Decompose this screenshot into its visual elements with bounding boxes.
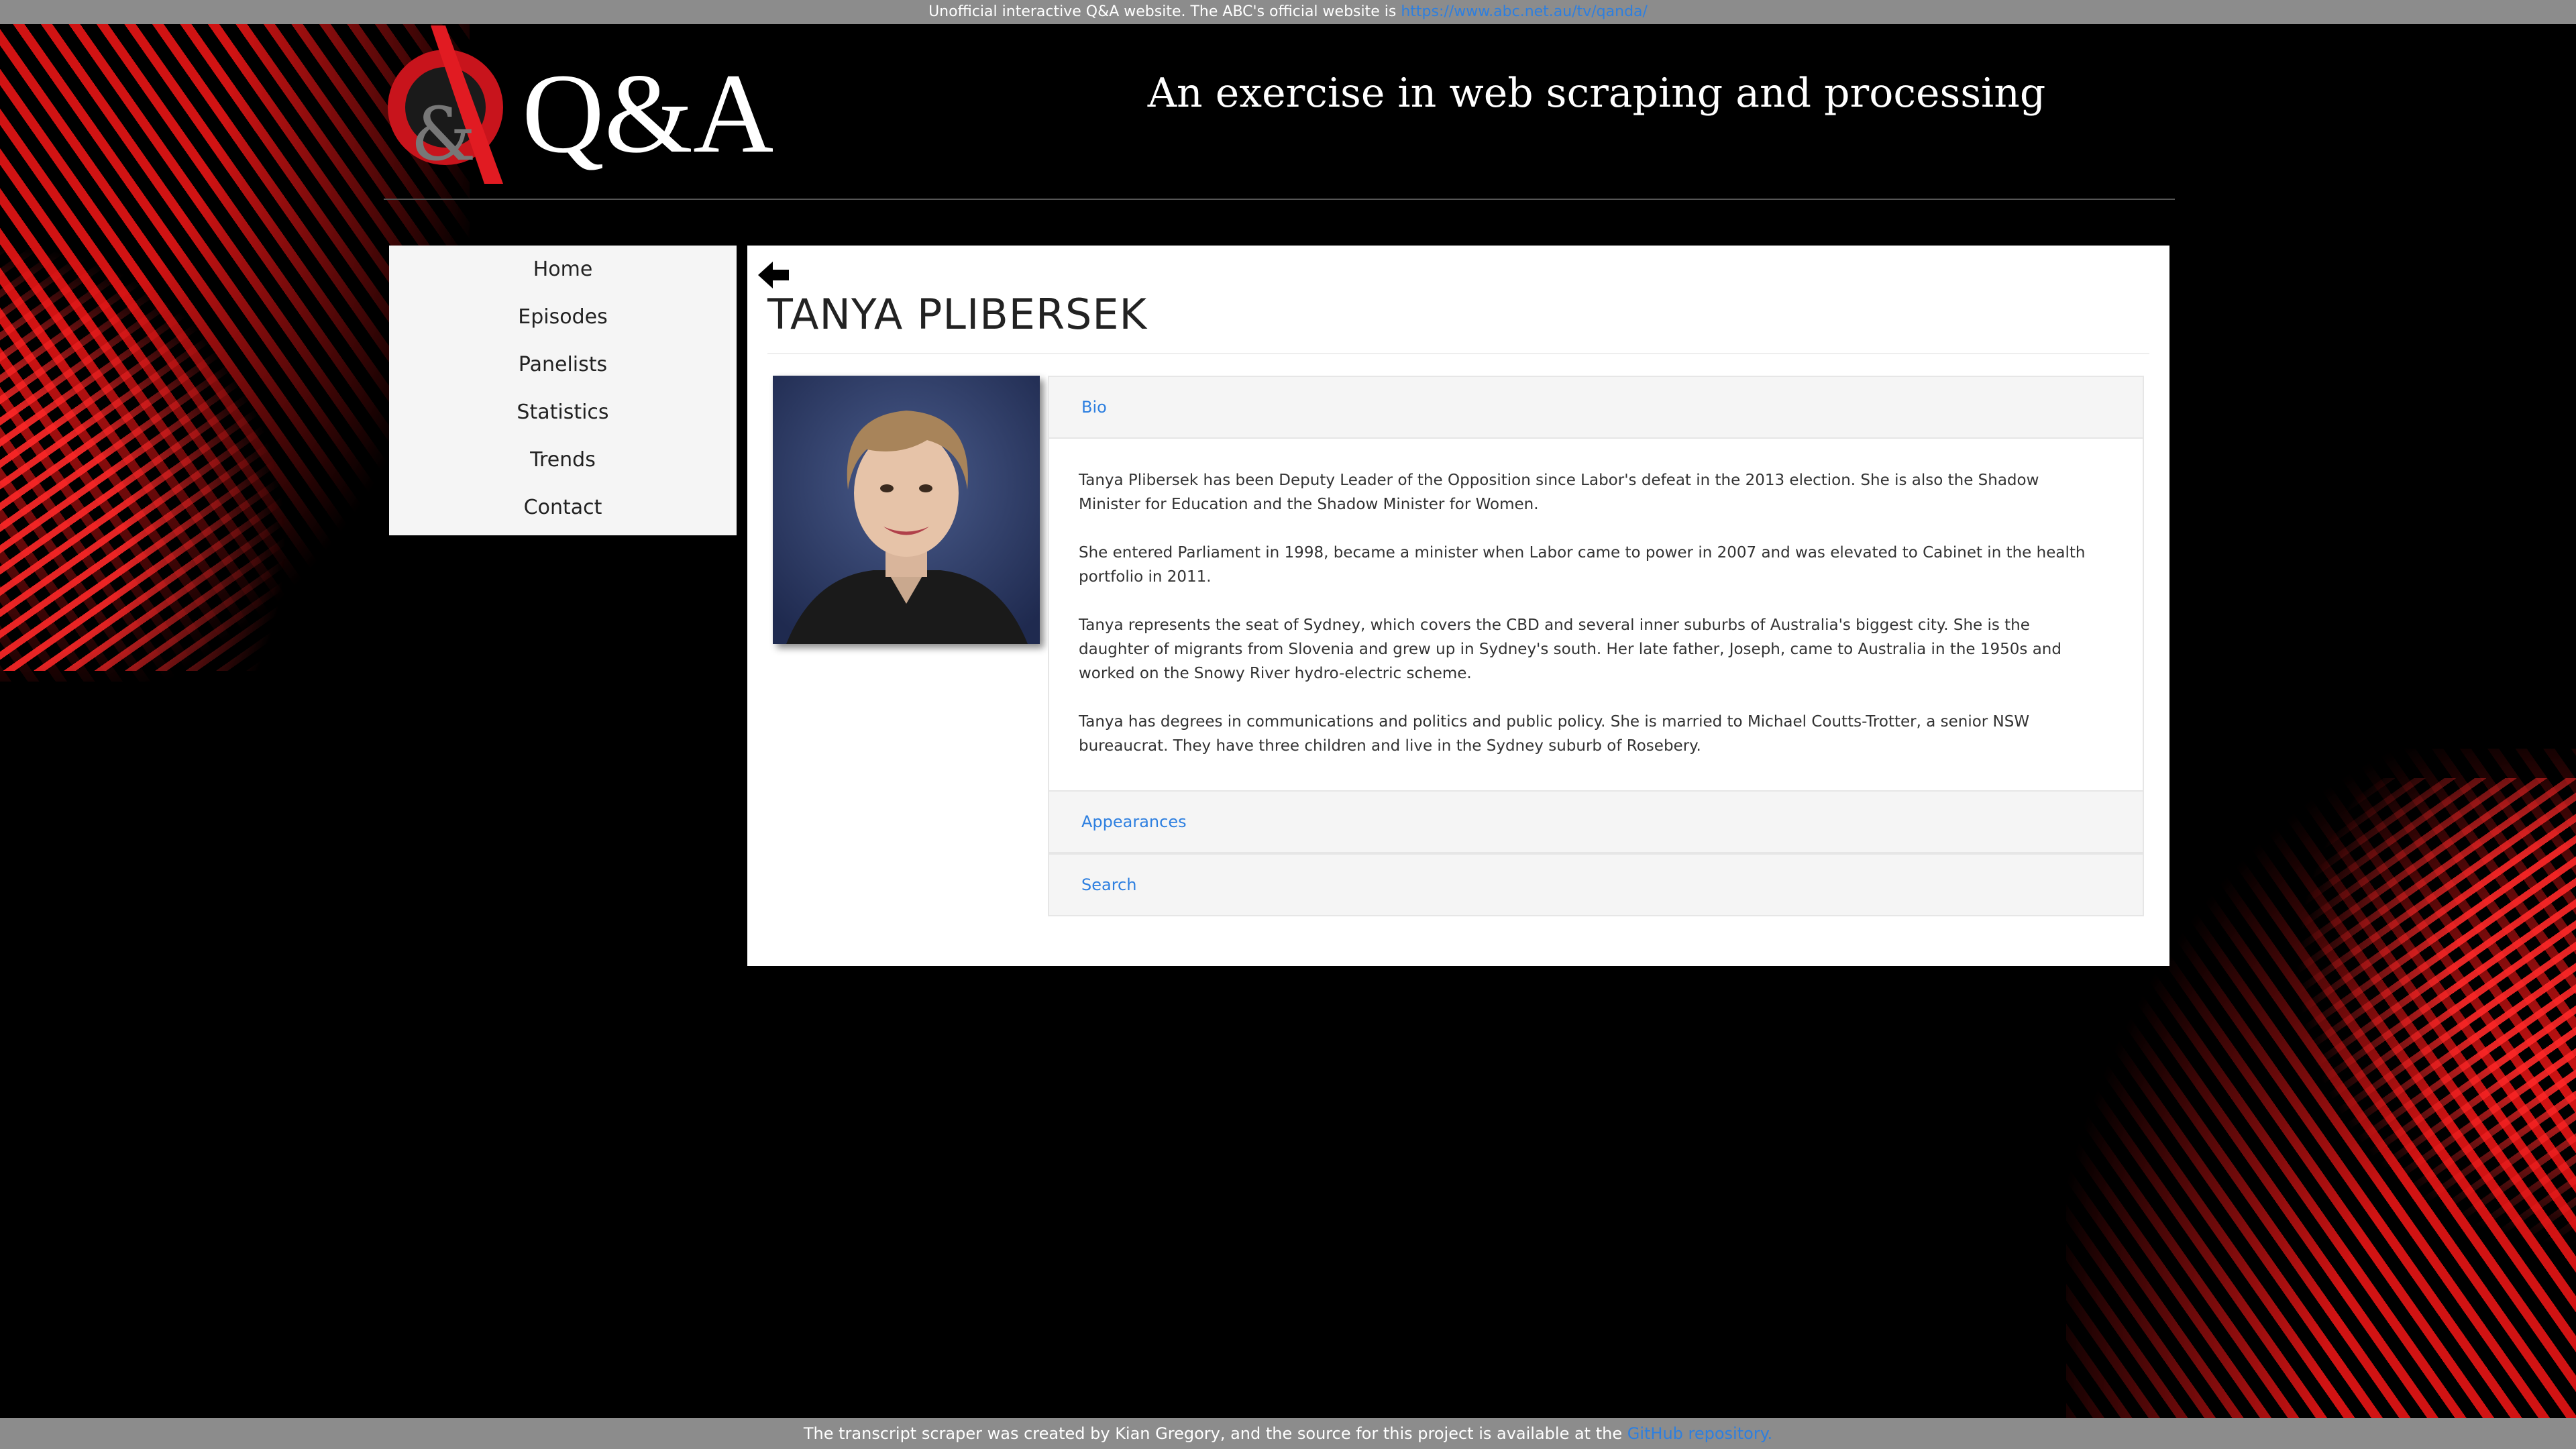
github-repository-link[interactable]: GitHub repository. bbox=[1627, 1424, 1772, 1443]
page: Unofficial interactive Q&A website. The … bbox=[0, 0, 2576, 1449]
page-title: TANYA PLIBERSEK bbox=[767, 290, 1148, 339]
nav-item-statistics[interactable]: Statistics bbox=[389, 388, 737, 436]
logo-wordmark: Q&A bbox=[522, 50, 773, 176]
sidebar-nav: Home Episodes Panelists Statistics Trend… bbox=[389, 246, 737, 535]
bio-paragraph: Tanya has degrees in communications and … bbox=[1079, 713, 2030, 755]
nav-item-contact[interactable]: Contact bbox=[389, 484, 737, 531]
top-notice-text: Unofficial interactive Q&A website. The … bbox=[928, 3, 1397, 20]
back-arrow-icon[interactable] bbox=[758, 260, 792, 290]
footer-text: The transcript scraper was created by Ki… bbox=[803, 1424, 1623, 1443]
panelist-panel: TANYA PLIBERSEK Bio Tanya Plibersek has … bbox=[747, 246, 2169, 966]
accordion-search-header[interactable]: Search bbox=[1048, 853, 2144, 916]
bio-paragraph: Tanya Plibersek has been Deputy Leader o… bbox=[1079, 472, 2039, 513]
bio-accordion: Bio Tanya Plibersek has been Deputy Lead… bbox=[1048, 376, 2144, 916]
nav-item-panelists[interactable]: Panelists bbox=[389, 341, 737, 388]
red-stripe-decoration-right bbox=[2294, 778, 2576, 1248]
site-tagline: An exercise in web scraping and processi… bbox=[1147, 70, 2046, 117]
qanda-logo[interactable]: & Q&A bbox=[384, 25, 775, 186]
nav-item-trends[interactable]: Trends bbox=[389, 436, 737, 484]
footer-bar: The transcript scraper was created by Ki… bbox=[0, 1418, 2576, 1449]
accordion-bio-header[interactable]: Bio bbox=[1048, 376, 2144, 439]
red-stripe-decoration-left bbox=[0, 241, 288, 671]
accordion-bio-content: Tanya Plibersek has been Deputy Leader o… bbox=[1048, 439, 2144, 790]
bio-paragraph: Tanya represents the seat of Sydney, whi… bbox=[1079, 616, 2061, 682]
top-notice-bar: Unofficial interactive Q&A website. The … bbox=[0, 0, 2576, 24]
nav-item-home[interactable]: Home bbox=[389, 246, 737, 293]
nav-item-episodes[interactable]: Episodes bbox=[389, 293, 737, 341]
accordion-appearances-header[interactable]: Appearances bbox=[1048, 790, 2144, 853]
bio-paragraph: She entered Parliament in 1998, became a… bbox=[1079, 544, 2086, 586]
title-divider bbox=[767, 353, 2149, 354]
panelist-photo bbox=[773, 376, 1040, 644]
logo-badge-ampersand: & bbox=[411, 91, 476, 177]
header-divider bbox=[384, 199, 2175, 200]
abc-website-link[interactable]: https://www.abc.net.au/tv/qanda/ bbox=[1401, 3, 1648, 20]
